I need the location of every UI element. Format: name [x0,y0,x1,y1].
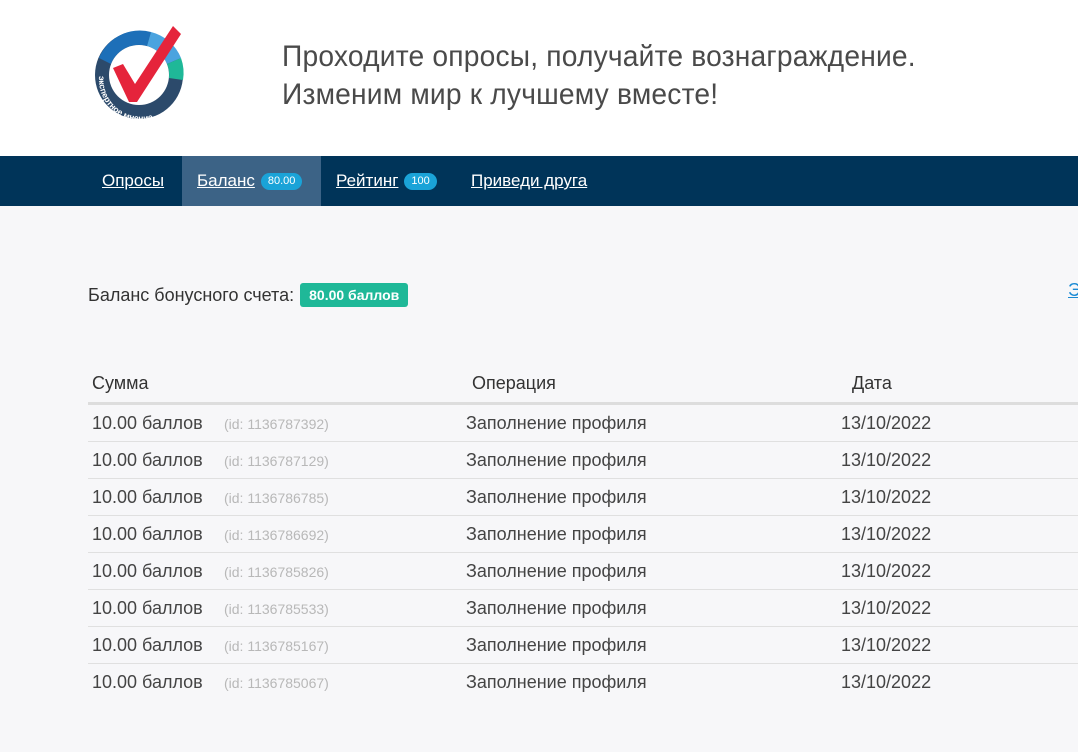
operation-cell: Заполнение профиля [466,450,647,470]
table-body: 10.00 баллов (id: 1136787392) Заполнение п… [88,405,1078,700]
operation-cell: Заполнение профиля [466,413,647,433]
table-row: 10.00 баллов (id: 1136787392) Заполнение п… [88,405,1078,442]
nav-item-label: Рейтинг [336,171,399,190]
table-row: 10.00 баллов (id: 1136785533) Заполнение п… [88,590,1078,627]
nav-item-refer-friend[interactable]: Приведи друга [456,156,602,206]
date-cell: 13/10/2022 [841,561,932,581]
date-cell: 13/10/2022 [841,635,932,655]
table-header-row: Сумма Операция Дата [88,366,1078,405]
export-link[interactable]: Э [1068,280,1078,301]
amount-cell: 10.00 баллов [92,561,203,581]
amount-cell: 10.00 баллов [92,413,203,433]
column-header-operation: Операция [472,373,556,393]
transaction-id-cell: (id: 1136785826) [224,564,329,580]
amount-cell: 10.00 баллов [92,524,203,544]
table-row: 10.00 баллов (id: 1136785826) Заполнение п… [88,553,1078,590]
nav-item-surveys[interactable]: Опросы [87,156,179,206]
balance-label: Баланс бонусного счета: [88,284,295,305]
transaction-id-cell: (id: 1136786692) [224,527,329,543]
transaction-id-cell: (id: 1136785067) [224,675,329,691]
date-cell: 13/10/2022 [841,598,932,618]
nav-item-rating[interactable]: Рейтинг 100 [321,156,452,206]
nav-item-label: Приведи друга [471,171,588,190]
operation-cell: Заполнение профиля [466,487,647,507]
transaction-id-cell: (id: 1136787129) [224,453,329,469]
amount-cell: 10.00 баллов [92,487,203,507]
date-cell: 13/10/2022 [841,672,932,692]
nav-item-label: Баланс [197,171,255,190]
nav-item-balance[interactable]: Баланс 80.00 [182,156,321,206]
transaction-id-cell: (id: 1136786785) [224,490,329,506]
balance-value-badge: 80.00 баллов [300,283,409,307]
balance-summary: Баланс бонусного счета: 80.00 баллов [88,283,409,307]
column-header-amount: Сумма [92,373,149,393]
tagline-line-1: Проходите опросы, получайте вознагражден… [282,40,916,73]
amount-cell: 10.00 баллов [92,635,203,655]
operation-cell: Заполнение профиля [466,598,647,618]
transaction-id-cell: (id: 1136785167) [224,638,329,654]
date-cell: 13/10/2022 [841,524,932,544]
nav-item-label: Опросы [102,171,165,190]
table-row: 10.00 баллов (id: 1136786692) Заполнение п… [88,516,1078,553]
date-cell: 13/10/2022 [841,487,932,507]
transaction-id-cell: (id: 1136787392) [224,416,329,432]
tagline-line-2: Изменим мир к лучшему вместе! [282,78,719,111]
table-row: 10.00 баллов (id: 1136786785) Заполнение п… [88,479,1078,516]
balance-count-badge: 80.00 [260,172,303,190]
site-header: экспертное мнение Проходите опросы, полу… [0,0,1078,156]
amount-cell: 10.00 баллов [92,598,203,618]
column-header-date: Дата [852,373,892,393]
main-navbar: Опросы Баланс 80.00 Рейтинг 100 Приведи … [0,156,1078,206]
operation-cell: Заполнение профиля [466,672,647,692]
date-cell: 13/10/2022 [841,450,932,470]
table-row: 10.00 баллов (id: 1136785067) Заполнение п… [88,664,1078,700]
tagline: Проходите опросы, получайте вознагражден… [282,38,916,114]
table-row: 10.00 баллов (id: 1136787129) Заполнение п… [88,442,1078,479]
date-cell: 13/10/2022 [841,413,932,433]
amount-cell: 10.00 баллов [92,450,203,470]
transactions-table: Сумма Операция Дата 10.00 баллов (id: 113… [88,366,1078,700]
amount-cell: 10.00 баллов [92,672,203,692]
rating-count-badge: 100 [404,172,437,190]
logo-checkmark-icon[interactable]: экспертное мнение [89,20,191,126]
operation-cell: Заполнение профиля [466,524,647,544]
operation-cell: Заполнение профиля [466,635,647,655]
transaction-id-cell: (id: 1136785533) [224,601,329,617]
table-row: 10.00 баллов (id: 1136785167) Заполнение п… [88,627,1078,664]
operation-cell: Заполнение профиля [466,561,647,581]
